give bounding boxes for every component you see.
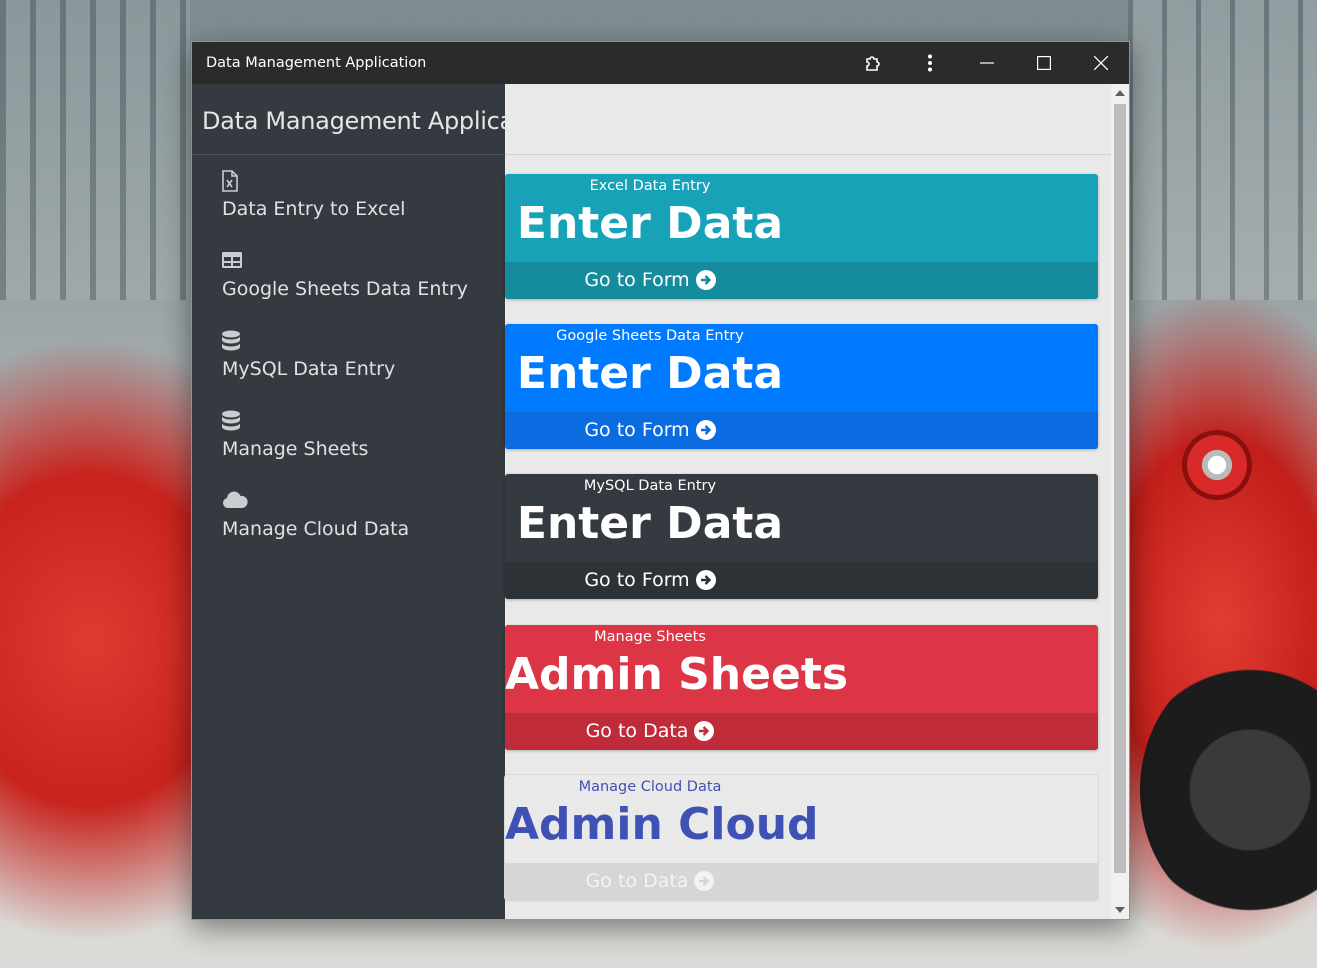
maximize-icon: [1036, 56, 1051, 70]
app-window: Data Management Application Data Managem…: [191, 41, 1130, 920]
close-icon: [1093, 56, 1108, 70]
go-link-label: Go to Data: [585, 870, 689, 892]
card-subtitle: MySQL Data Entry: [583, 478, 717, 494]
wallpaper-tail-light: [1182, 430, 1252, 500]
go-to-data-link[interactable]: Go to Data: [505, 720, 795, 742]
card-footer[interactable]: Go to Form: [505, 562, 1098, 599]
card-footer[interactable]: Go to Form: [505, 262, 1098, 299]
wallpaper-pillar: [0, 0, 190, 300]
table-icon: [222, 250, 468, 274]
sidebar-brand[interactable]: Data Management Applica..: [192, 84, 505, 155]
card-footer[interactable]: Go to Data: [505, 863, 1098, 900]
sidebar-item-label: Manage Sheets: [222, 438, 369, 460]
database-icon: [222, 330, 395, 354]
card-subtitle: Manage Sheets: [594, 629, 706, 645]
go-link-label: Go to Form: [584, 569, 690, 591]
sidebar-item-label: Google Sheets Data Entry: [222, 278, 468, 300]
card-title: Admin Sheets: [505, 649, 849, 700]
arrow-circle-right-icon: [695, 270, 716, 290]
sidebar: Data Management Applica.. Data Entry to …: [192, 84, 505, 919]
card-excel-data-entry[interactable]: Excel Data Entry Enter Data Go to Form: [505, 174, 1098, 299]
scroll-up-button[interactable]: [1111, 84, 1129, 102]
card-title: Enter Data: [516, 198, 784, 249]
sidebar-item-manage-cloud-data[interactable]: Manage Cloud Data: [222, 490, 409, 540]
minimize-icon: [979, 62, 994, 64]
close-button[interactable]: [1072, 42, 1129, 84]
card-title: Enter Data: [516, 498, 784, 549]
sidebar-item-label: Data Entry to Excel: [222, 198, 406, 220]
maximize-button[interactable]: [1015, 42, 1072, 84]
go-to-data-link[interactable]: Go to Data: [505, 870, 795, 892]
title-bar: Data Management Application: [192, 42, 1129, 84]
kebab-menu-icon: [927, 54, 932, 72]
card-subtitle: Manage Cloud Data: [578, 779, 722, 795]
wallpaper-wheel: [1140, 660, 1317, 920]
caret-up-icon: [1115, 90, 1125, 96]
puzzle-icon: [865, 56, 880, 71]
card-subtitle: Excel Data Entry: [589, 178, 711, 194]
card-title: Admin Cloud: [505, 799, 819, 850]
go-to-form-link[interactable]: Go to Form: [505, 269, 795, 291]
go-to-form-link[interactable]: Go to Form: [505, 569, 795, 591]
sidebar-item-manage-sheets[interactable]: Manage Sheets: [222, 410, 368, 460]
wallpaper-pillar: [1128, 0, 1317, 300]
database-icon: [222, 410, 368, 434]
go-to-form-link[interactable]: Go to Form: [505, 419, 795, 441]
caret-down-icon: [1115, 907, 1125, 913]
sidebar-item-label: MySQL Data Entry: [222, 358, 396, 380]
card-subtitle: Google Sheets Data Entry: [556, 328, 744, 344]
sidebar-item-mysql-data-entry[interactable]: MySQL Data Entry: [222, 330, 395, 380]
scroll-down-button[interactable]: [1111, 901, 1129, 919]
content-header: [505, 84, 1111, 155]
card-mysql-data-entry[interactable]: MySQL Data Entry Enter Data Go to Form: [505, 474, 1098, 599]
go-link-label: Go to Data: [585, 720, 689, 742]
card-footer[interactable]: Go to Form: [505, 412, 1098, 449]
scrollbar-thumb[interactable]: [1114, 104, 1126, 873]
arrow-circle-right-icon: [695, 420, 716, 440]
card-manage-cloud-data[interactable]: Manage Cloud Data Admin Cloud Go to Data: [505, 775, 1098, 900]
go-link-label: Go to Form: [584, 419, 690, 441]
arrow-circle-right-icon: [694, 721, 715, 741]
sidebar-item-data-entry-to-excel[interactable]: Data Entry to Excel: [222, 170, 405, 220]
arrow-circle-right-icon: [695, 570, 716, 590]
sidebar-item-google-sheets-data-entry[interactable]: Google Sheets Data Entry: [222, 250, 468, 300]
extension-button[interactable]: [844, 42, 901, 84]
window-title: Data Management Application: [206, 55, 427, 71]
arrow-circle-right-icon: [694, 871, 715, 891]
cloud-icon: [222, 490, 409, 514]
card-google-sheets-data-entry[interactable]: Google Sheets Data Entry Enter Data Go t…: [505, 324, 1098, 449]
file-excel-icon: [222, 170, 405, 194]
more-options-button[interactable]: [901, 42, 958, 84]
card-footer[interactable]: Go to Data: [505, 713, 1098, 750]
card-manage-sheets[interactable]: Manage Sheets Admin Sheets Go to Data: [505, 625, 1098, 750]
vertical-scrollbar[interactable]: [1111, 84, 1129, 919]
minimize-button[interactable]: [958, 42, 1015, 84]
card-title: Enter Data: [516, 348, 784, 399]
sidebar-item-label: Manage Cloud Data: [222, 518, 410, 540]
main-content: Excel Data Entry Enter Data Go to Form G…: [505, 84, 1111, 919]
go-link-label: Go to Form: [584, 269, 690, 291]
